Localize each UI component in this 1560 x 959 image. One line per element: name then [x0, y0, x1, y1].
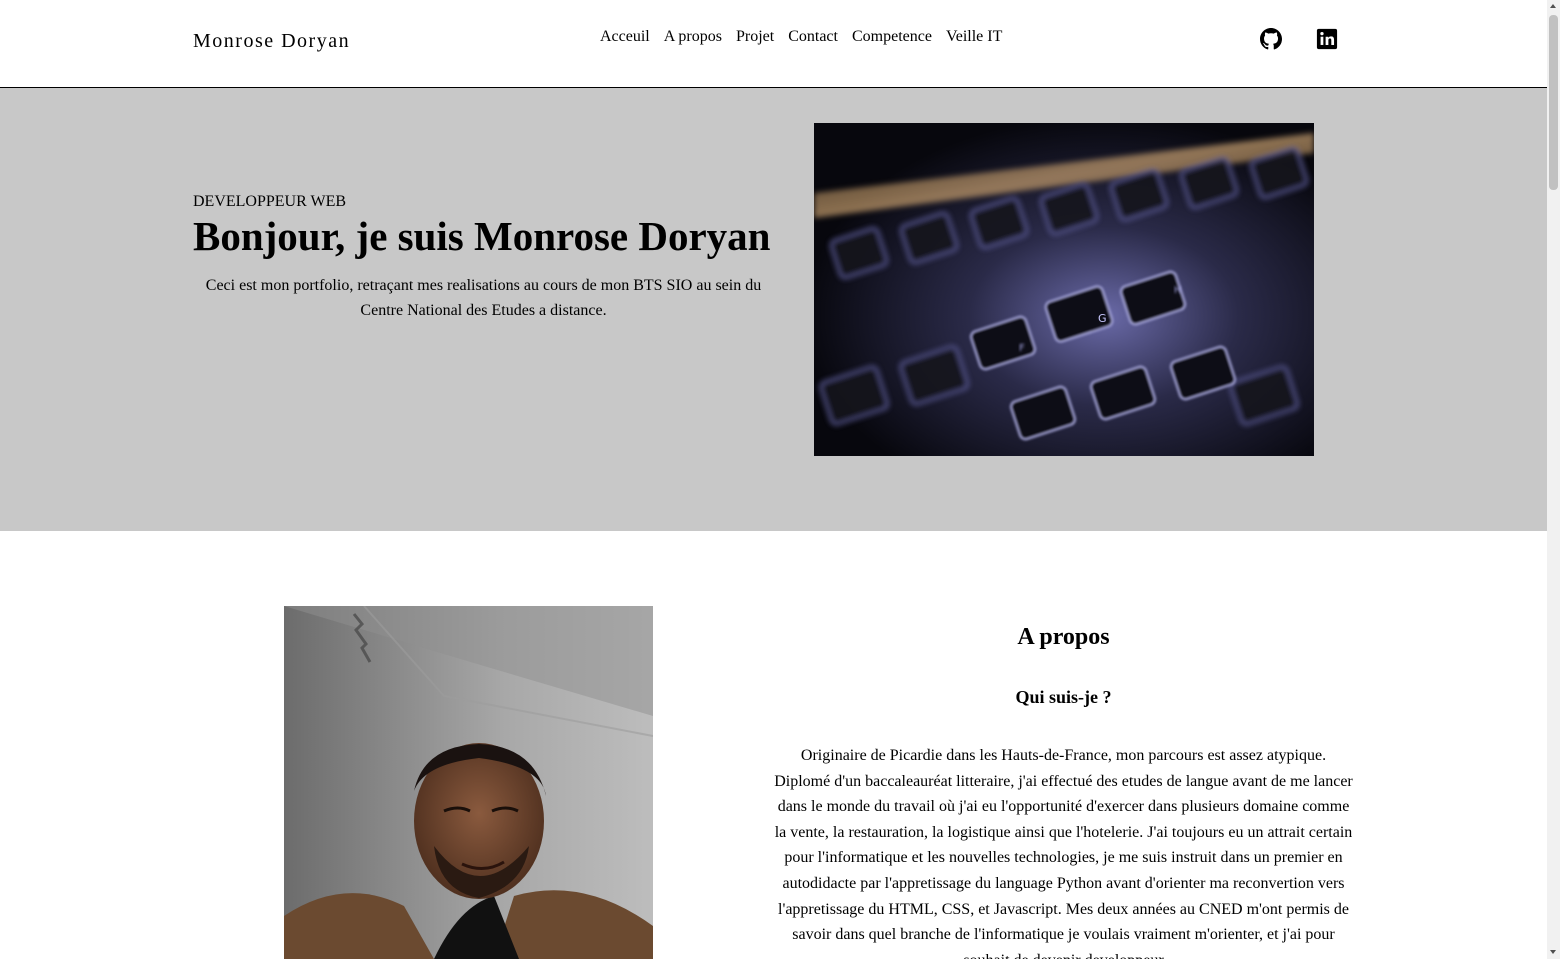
nav-item-veille-it[interactable]: Veille IT — [946, 28, 1002, 46]
brand-name[interactable]: Monrose Doryan — [193, 30, 350, 53]
github-icon[interactable] — [1260, 28, 1282, 50]
nav-item-projet[interactable]: Projet — [736, 28, 774, 46]
svg-text:F: F — [1019, 343, 1025, 354]
page-scrollbar[interactable] — [1547, 0, 1560, 959]
svg-text:H: H — [1174, 285, 1182, 296]
scroll-up-arrow-icon[interactable] — [1550, 4, 1556, 8]
linkedin-icon[interactable] — [1316, 28, 1338, 50]
hero-kicker: DEVELOPPEUR WEB — [193, 193, 347, 210]
portrait-photo — [284, 606, 653, 959]
about-paragraph: Originaire de Picardie dans les Hauts-de… — [774, 747, 1353, 959]
keyboard-illustration: G H F — [814, 123, 1314, 456]
portrait-illustration — [284, 606, 653, 959]
site-header: Monrose Doryan Acceuil A propos Projet C… — [0, 0, 1547, 88]
about-subtitle: Qui suis-je ? — [1015, 687, 1112, 707]
main-nav: Acceuil A propos Projet Contact Competen… — [600, 28, 1016, 46]
scroll-down-arrow-icon[interactable] — [1550, 950, 1556, 954]
about-title: A propos — [1017, 624, 1110, 650]
hero-title: Bonjour, je suis Monrose Doryan — [193, 213, 771, 259]
nav-item-contact[interactable]: Contact — [788, 28, 838, 46]
hero-description: Ceci est mon portfolio, retraçant mes re… — [205, 277, 762, 319]
scrollbar-thumb[interactable] — [1549, 15, 1558, 190]
keyboard-photo: G H F — [814, 123, 1314, 456]
nav-item-competence[interactable]: Competence — [852, 28, 932, 46]
nav-item-acceuil[interactable]: Acceuil — [600, 28, 650, 46]
key-g-glyph: G — [1098, 312, 1107, 325]
hero-section: DEVELOPPEUR WEB Bonjour, je suis Monrose… — [0, 88, 1547, 531]
nav-item-a-propos[interactable]: A propos — [664, 28, 722, 46]
